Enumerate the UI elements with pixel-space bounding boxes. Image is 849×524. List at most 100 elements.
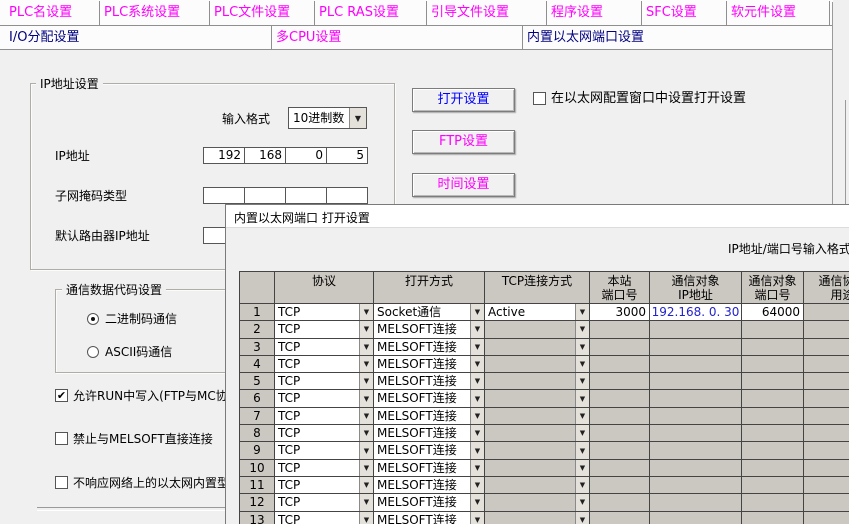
allow-run-write-checkbox[interactable]: ✔	[55, 389, 68, 402]
disable-melsoft-label[interactable]: 禁止与MELSOFT直接连接	[73, 432, 213, 447]
protocol-select[interactable]: TCP▼	[275, 356, 374, 373]
subnet-octet-2[interactable]	[244, 187, 286, 204]
row-number-cell[interactable]: 5	[240, 373, 275, 390]
open-method-select[interactable]: MELSOFT连接▼	[374, 339, 485, 356]
dropdown-arrow-icon[interactable]: ▼	[359, 321, 373, 337]
protocol-select[interactable]: TCP▼	[275, 494, 374, 511]
open-method-select[interactable]: MELSOFT连接▼	[374, 408, 485, 425]
dropdown-arrow-icon[interactable]: ▼	[470, 304, 484, 320]
dropdown-arrow-icon[interactable]: ▼	[359, 425, 373, 441]
dropdown-arrow-icon[interactable]: ▼	[470, 442, 484, 458]
tab-多CPU设置[interactable]: 多CPU设置	[272, 26, 523, 49]
ftp-settings-button[interactable]: FTP设置	[412, 130, 515, 154]
local-port-cell[interactable]: 3000	[590, 304, 650, 321]
ip-octet-4[interactable]: 5	[326, 147, 368, 164]
tab-软元件设置[interactable]: 软元件设置	[727, 1, 830, 25]
binary-code-radio-label[interactable]: 二进制码通信	[105, 312, 177, 327]
dropdown-arrow-icon[interactable]: ▼	[359, 339, 373, 355]
row-number-cell[interactable]: 2	[240, 321, 275, 338]
dropdown-arrow-icon[interactable]: ▼	[470, 408, 484, 424]
row-number-cell[interactable]: 6	[240, 390, 275, 407]
row-number-cell[interactable]: 1	[240, 304, 275, 321]
ascii-code-radio[interactable]	[87, 346, 99, 358]
dropdown-arrow-icon[interactable]: ▼	[359, 373, 373, 389]
open-method-select[interactable]: MELSOFT连接▼	[374, 494, 485, 511]
open-method-select[interactable]: MELSOFT连接▼	[374, 390, 485, 407]
dropdown-arrow-icon[interactable]: ▼	[470, 477, 484, 493]
protocol-select[interactable]: TCP▼	[275, 460, 374, 477]
tab-SFC设置[interactable]: SFC设置	[642, 1, 727, 25]
dropdown-arrow-icon[interactable]: ▼	[470, 494, 484, 510]
protocol-select[interactable]: TCP▼	[275, 442, 374, 459]
time-settings-button[interactable]: 时间设置	[412, 173, 515, 197]
row-number-cell[interactable]: 3	[240, 339, 275, 356]
chevron-down-icon[interactable]: ▼	[349, 108, 366, 128]
dropdown-arrow-icon[interactable]: ▼	[470, 373, 484, 389]
dropdown-arrow-icon[interactable]: ▼	[470, 339, 484, 355]
dropdown-arrow-icon[interactable]: ▼	[470, 512, 484, 524]
protocol-select[interactable]: TCP▼	[275, 321, 374, 338]
tab-PLC文件设置[interactable]: PLC文件设置	[210, 1, 315, 25]
ip-octet-3[interactable]: 0	[285, 147, 327, 164]
tab-PLC名设置[interactable]: PLC名设置	[5, 1, 100, 25]
ip-octet-2[interactable]: 168	[244, 147, 286, 164]
open-method-select[interactable]: MELSOFT连接▼	[374, 356, 485, 373]
open-method-select[interactable]: Socket通信▼	[374, 304, 485, 321]
tab-I/O分配设置[interactable]: I/O分配设置	[5, 26, 272, 49]
open-method-select[interactable]: MELSOFT连接▼	[374, 425, 485, 442]
open-method-select[interactable]: MELSOFT连接▼	[374, 460, 485, 477]
dropdown-arrow-icon[interactable]: ▼	[359, 494, 373, 510]
binary-code-radio[interactable]	[87, 313, 99, 325]
dropdown-arrow-icon[interactable]: ▼	[470, 356, 484, 372]
dropdown-arrow-icon[interactable]: ▼	[359, 512, 373, 524]
protocol-select[interactable]: TCP▼	[275, 408, 374, 425]
tab-PLC系统设置[interactable]: PLC系统设置	[100, 1, 210, 25]
row-number-cell[interactable]: 9	[240, 442, 275, 459]
dropdown-arrow-icon[interactable]: ▼	[359, 408, 373, 424]
no-response-label[interactable]: 不响应网络上的以太网内置型	[73, 476, 229, 491]
row-number-cell[interactable]: 13	[240, 512, 275, 524]
open-method-select[interactable]: MELSOFT连接▼	[374, 321, 485, 338]
protocol-select[interactable]: TCP▼	[275, 373, 374, 390]
dropdown-arrow-icon[interactable]: ▼	[359, 390, 373, 406]
protocol-select[interactable]: TCP▼	[275, 390, 374, 407]
disable-melsoft-checkbox[interactable]: ✔	[55, 432, 68, 445]
ascii-code-radio-label[interactable]: ASCII码通信	[105, 345, 172, 360]
row-number-cell[interactable]: 11	[240, 477, 275, 494]
protocol-select[interactable]: TCP▼	[275, 512, 374, 524]
target-ip-cell[interactable]: 192.168. 0. 30	[650, 304, 742, 321]
input-format-select[interactable]: 10进制数 ▼	[288, 107, 367, 129]
dropdown-arrow-icon[interactable]: ▼	[359, 477, 373, 493]
dropdown-arrow-icon[interactable]: ▼	[575, 304, 589, 320]
open-method-select[interactable]: MELSOFT连接▼	[374, 477, 485, 494]
tab-内置以太网端口设置[interactable]: 内置以太网端口设置	[523, 26, 833, 49]
row-number-cell[interactable]: 12	[240, 494, 275, 511]
protocol-select[interactable]: TCP▼	[275, 425, 374, 442]
subnet-octet-4[interactable]	[326, 187, 368, 204]
subnet-octet-3[interactable]	[285, 187, 327, 204]
dropdown-arrow-icon[interactable]: ▼	[470, 460, 484, 476]
eth-config-window-checkbox[interactable]: ✔	[533, 92, 546, 105]
open-method-select[interactable]: MELSOFT连接▼	[374, 442, 485, 459]
open-settings-button[interactable]: 打开设置	[412, 88, 515, 112]
protocol-select[interactable]: TCP▼	[275, 339, 374, 356]
protocol-select[interactable]: TCP▼	[275, 477, 374, 494]
subnet-octet-1[interactable]	[203, 187, 245, 204]
row-number-cell[interactable]: 7	[240, 408, 275, 425]
eth-config-window-label[interactable]: 在以太网配置窗口中设置打开设置	[551, 91, 746, 106]
row-number-cell[interactable]: 8	[240, 425, 275, 442]
tab-引导文件设置[interactable]: 引导文件设置	[427, 1, 547, 25]
ip-octet-1[interactable]: 192	[203, 147, 245, 164]
dropdown-arrow-icon[interactable]: ▼	[359, 460, 373, 476]
protocol-select[interactable]: TCP▼	[275, 304, 374, 321]
dropdown-arrow-icon[interactable]: ▼	[359, 304, 373, 320]
dropdown-arrow-icon[interactable]: ▼	[470, 425, 484, 441]
no-response-checkbox[interactable]: ✔	[55, 476, 68, 489]
row-number-cell[interactable]: 4	[240, 356, 275, 373]
tcp-mode-select[interactable]: Active▼	[485, 304, 590, 321]
target-port-cell[interactable]: 64000	[742, 304, 804, 321]
dialog-title-bar[interactable]: 内置以太网端口 打开设置	[226, 205, 849, 228]
row-number-cell[interactable]: 10	[240, 460, 275, 477]
dropdown-arrow-icon[interactable]: ▼	[359, 356, 373, 372]
allow-run-write-label[interactable]: 允许RUN中写入(FTP与MC协议)	[73, 389, 244, 404]
